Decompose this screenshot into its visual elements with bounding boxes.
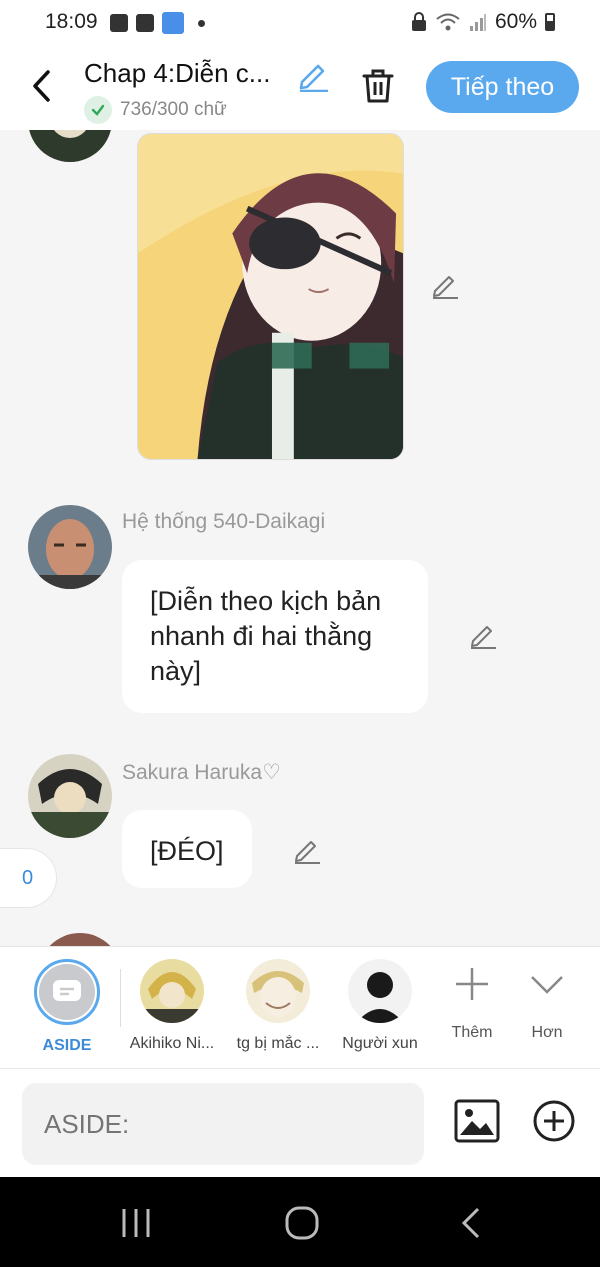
aside-icon-ring — [34, 959, 100, 1025]
character-aside[interactable]: ASIDE — [17, 959, 117, 1055]
check-icon — [84, 96, 112, 124]
next-button[interactable]: Tiếp theo — [426, 61, 579, 113]
character-tg-bi-mac[interactable]: tg bị mắc ... — [228, 959, 328, 1053]
character-label: Akihiko Ni... — [129, 1035, 215, 1052]
gallery-notification-icon — [110, 14, 128, 32]
character-label: tg bị mắc ... — [236, 1035, 320, 1052]
avatar-peek — [38, 933, 122, 946]
more-label: Hơn — [531, 1024, 563, 1041]
notification-icons — [110, 12, 205, 34]
system-nav-bar — [0, 1177, 600, 1267]
plus-icon — [456, 968, 488, 1000]
trash-icon[interactable] — [358, 66, 398, 106]
back-nav-icon[interactable] — [452, 1205, 492, 1241]
aside-count-badge[interactable]: 0 — [0, 848, 57, 908]
character-label: Người xun — [342, 1035, 418, 1052]
message-image-anime-character[interactable] — [137, 133, 404, 460]
more-button[interactable]: Hơn — [512, 965, 582, 1042]
status-bar: 18:09 60% — [0, 0, 600, 46]
insert-image-icon[interactable] — [454, 1099, 500, 1143]
battery-icon — [545, 13, 555, 31]
system-icons: 60% — [411, 10, 555, 34]
signal-icon — [469, 14, 486, 31]
back-arrow-icon[interactable] — [26, 66, 60, 106]
sender-name: Sakura Haruka♡ — [122, 761, 281, 784]
capcut-notification-icon — [136, 14, 154, 32]
avatar-he-thong[interactable] — [28, 505, 112, 589]
chat-area[interactable]: Hệ thống 540-Daikagi [Diễn theo kịch bản… — [0, 130, 600, 946]
character-nguoi-xun[interactable]: Người xun — [330, 959, 430, 1053]
sender-name: Hệ thống 540-Daikagi — [122, 510, 326, 533]
character-label: ASIDE — [42, 1037, 92, 1054]
composer — [0, 1068, 600, 1177]
character-akihiko[interactable]: Akihiko Ni... — [122, 959, 222, 1053]
message-bubble[interactable]: [ĐÉO] — [122, 810, 252, 888]
lock-icon — [411, 12, 426, 31]
wifi-icon — [436, 13, 460, 31]
message-bubble[interactable]: [Diễn theo kịch bản nhanh đi hai thằng n… — [122, 560, 428, 713]
add-label: Thêm — [451, 1024, 493, 1041]
home-icon[interactable] — [282, 1205, 322, 1241]
battery-percent: 60% — [494, 10, 537, 33]
avatar-sakura-haruka[interactable] — [28, 754, 112, 838]
edit-message-pencil-icon[interactable] — [292, 835, 322, 865]
message-input[interactable] — [22, 1083, 424, 1165]
avatar-sakura-haruka[interactable] — [28, 130, 112, 162]
novel-toon-notification-icon — [162, 12, 184, 34]
character-selector: ASIDE Akihiko Ni... tg bị mắc ... Người … — [0, 946, 600, 1068]
chapter-title[interactable]: Chap 4:Diễn c... — [84, 58, 270, 89]
more-notifications-dot-icon — [198, 19, 205, 27]
recent-apps-icon[interactable] — [116, 1205, 156, 1241]
editor-header: Chap 4:Diễn c... 736/300 chữ Tiếp theo — [0, 46, 600, 130]
edit-title-pencil-icon[interactable] — [296, 58, 330, 92]
chevron-down-icon — [531, 976, 563, 994]
add-character-button[interactable]: Thêm — [437, 965, 507, 1042]
chat-bubble-icon — [53, 980, 81, 1001]
word-count: 736/300 chữ — [84, 96, 227, 124]
add-circle-icon[interactable] — [532, 1099, 576, 1143]
status-time: 18:09 — [45, 10, 98, 33]
edit-message-pencil-icon[interactable] — [468, 620, 498, 650]
edit-message-pencil-icon[interactable] — [430, 270, 460, 300]
divider — [120, 969, 121, 1027]
word-count-text: 736/300 chữ — [120, 99, 227, 120]
